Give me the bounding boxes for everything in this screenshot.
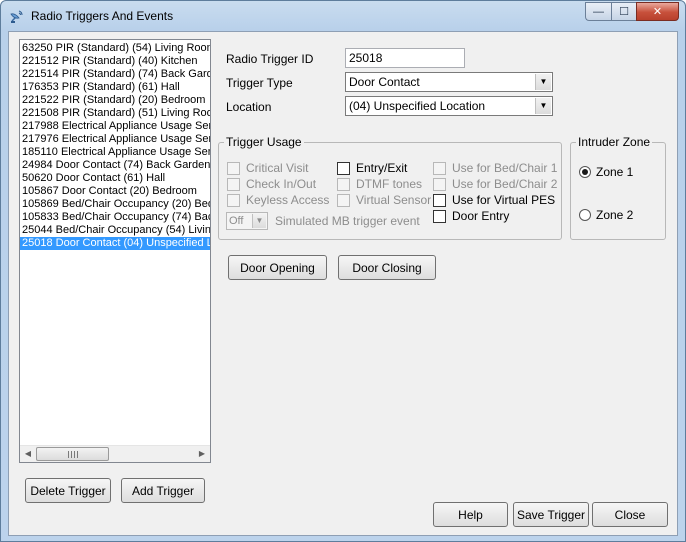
close-button[interactable]: Close: [592, 502, 668, 527]
list-item[interactable]: 25044 Bed/Chair Occupancy (54) Living Ro…: [20, 224, 210, 237]
trigger-type-select[interactable]: Door Contact ▼: [345, 72, 553, 92]
simulated-event-label: Simulated MB trigger event: [275, 214, 420, 228]
list-item[interactable]: 221508 PIR (Standard) (51) Living Room: [20, 107, 210, 120]
use-bed-chair-2-checkbox[interactable]: Use for Bed/Chair 2: [433, 177, 557, 191]
list-item[interactable]: 217988 Electrical Appliance Usage Sensor: [20, 120, 210, 133]
save-trigger-button[interactable]: Save Trigger: [513, 502, 589, 527]
trigger-usage-group: Trigger Usage Critical Visit Check In/Ou…: [218, 135, 562, 240]
list-item[interactable]: 25018 Door Contact (04) Unspecified Loca…: [20, 237, 210, 250]
scroll-right-arrow-icon[interactable]: ▶: [197, 449, 207, 459]
location-select[interactable]: (04) Unspecified Location ▼: [345, 96, 553, 116]
zone-2-radio[interactable]: Zone 2: [579, 208, 633, 222]
use-bed-chair-1-checkbox[interactable]: Use for Bed/Chair 1: [433, 161, 557, 175]
list-item[interactable]: 221522 PIR (Standard) (20) Bedroom: [20, 94, 210, 107]
trigger-listbox[interactable]: 63250 PIR (Standard) (54) Living Room 221…: [19, 39, 211, 463]
scroll-grip-icon: [68, 451, 78, 458]
simulated-event-select[interactable]: Off ▼: [226, 212, 268, 230]
chevron-down-icon[interactable]: ▼: [535, 74, 551, 90]
intruder-zone-group: Intruder Zone Zone 1 Zone 2: [570, 135, 666, 240]
list-item[interactable]: 105833 Bed/Chair Occupancy (74) Back Gar…: [20, 211, 210, 224]
door-opening-button[interactable]: Door Opening: [228, 255, 327, 280]
trigger-list-items: 63250 PIR (Standard) (54) Living Room 221…: [20, 42, 210, 447]
chevron-down-icon[interactable]: ▼: [252, 214, 266, 228]
list-item[interactable]: 105869 Bed/Chair Occupancy (20) Bedroom: [20, 198, 210, 211]
intruder-zone-title: Intruder Zone: [576, 135, 653, 149]
location-value: (04) Unspecified Location: [349, 99, 486, 113]
check-in-out-checkbox[interactable]: Check In/Out: [227, 177, 316, 191]
list-item[interactable]: 185110 Electrical Appliance Usage Sensor: [20, 146, 210, 159]
maximize-button[interactable]: ☐: [611, 2, 636, 21]
list-item[interactable]: 221514 PIR (Standard) (74) Back Garden: [20, 68, 210, 81]
radio-triggers-window: Radio Triggers And Events — ☐ ✕ 63250 PI…: [0, 0, 686, 542]
radio-trigger-id-label: Radio Trigger ID: [226, 52, 314, 66]
list-item[interactable]: 105867 Door Contact (20) Bedroom: [20, 185, 210, 198]
add-trigger-button[interactable]: Add Trigger: [121, 478, 205, 503]
minimize-button[interactable]: —: [585, 2, 611, 21]
zone-1-radio[interactable]: Zone 1: [579, 165, 633, 179]
radio-selected-icon: [579, 166, 591, 178]
virtual-sensor-checkbox[interactable]: Virtual Sensor: [337, 193, 431, 207]
radio-trigger-id-input[interactable]: 25018: [345, 48, 465, 68]
door-closing-button[interactable]: Door Closing: [338, 255, 436, 280]
list-item[interactable]: 176353 PIR (Standard) (61) Hall: [20, 81, 210, 94]
entry-exit-checkbox[interactable]: Entry/Exit: [337, 161, 407, 175]
satellite-dish-icon: [10, 10, 23, 23]
dtmf-tones-checkbox[interactable]: DTMF tones: [337, 177, 422, 191]
use-virtual-pes-checkbox[interactable]: Use for Virtual PES: [433, 193, 555, 207]
list-item[interactable]: 50620 Door Contact (61) Hall: [20, 172, 210, 185]
trigger-type-label: Trigger Type: [226, 76, 293, 90]
simulated-event-value: Off: [229, 215, 244, 227]
delete-trigger-button[interactable]: Delete Trigger: [25, 478, 111, 503]
title-bar[interactable]: Radio Triggers And Events — ☐ ✕: [1, 1, 685, 31]
scroll-thumb[interactable]: [36, 447, 109, 461]
list-item[interactable]: 24984 Door Contact (74) Back Garden: [20, 159, 210, 172]
caption-buttons: — ☐ ✕: [585, 2, 679, 21]
list-item[interactable]: 63250 PIR (Standard) (54) Living Room: [20, 42, 210, 55]
close-window-button[interactable]: ✕: [636, 2, 679, 21]
dialog-client-area: 63250 PIR (Standard) (54) Living Room 221…: [8, 31, 678, 536]
keyless-access-checkbox[interactable]: Keyless Access: [227, 193, 329, 207]
trigger-usage-title: Trigger Usage: [224, 135, 304, 149]
radio-unselected-icon: [579, 209, 591, 221]
horizontal-scrollbar[interactable]: ◀ ▶: [20, 445, 210, 462]
trigger-type-value: Door Contact: [349, 75, 420, 89]
window-title: Radio Triggers And Events: [31, 9, 174, 23]
location-label: Location: [226, 100, 272, 114]
door-entry-checkbox[interactable]: Door Entry: [433, 209, 509, 223]
list-item[interactable]: 221512 PIR (Standard) (40) Kitchen: [20, 55, 210, 68]
chevron-down-icon[interactable]: ▼: [535, 98, 551, 114]
list-item[interactable]: 217976 Electrical Appliance Usage Sensor: [20, 133, 210, 146]
critical-visit-checkbox[interactable]: Critical Visit: [227, 161, 308, 175]
scroll-left-arrow-icon[interactable]: ◀: [23, 449, 33, 459]
help-button[interactable]: Help: [433, 502, 508, 527]
